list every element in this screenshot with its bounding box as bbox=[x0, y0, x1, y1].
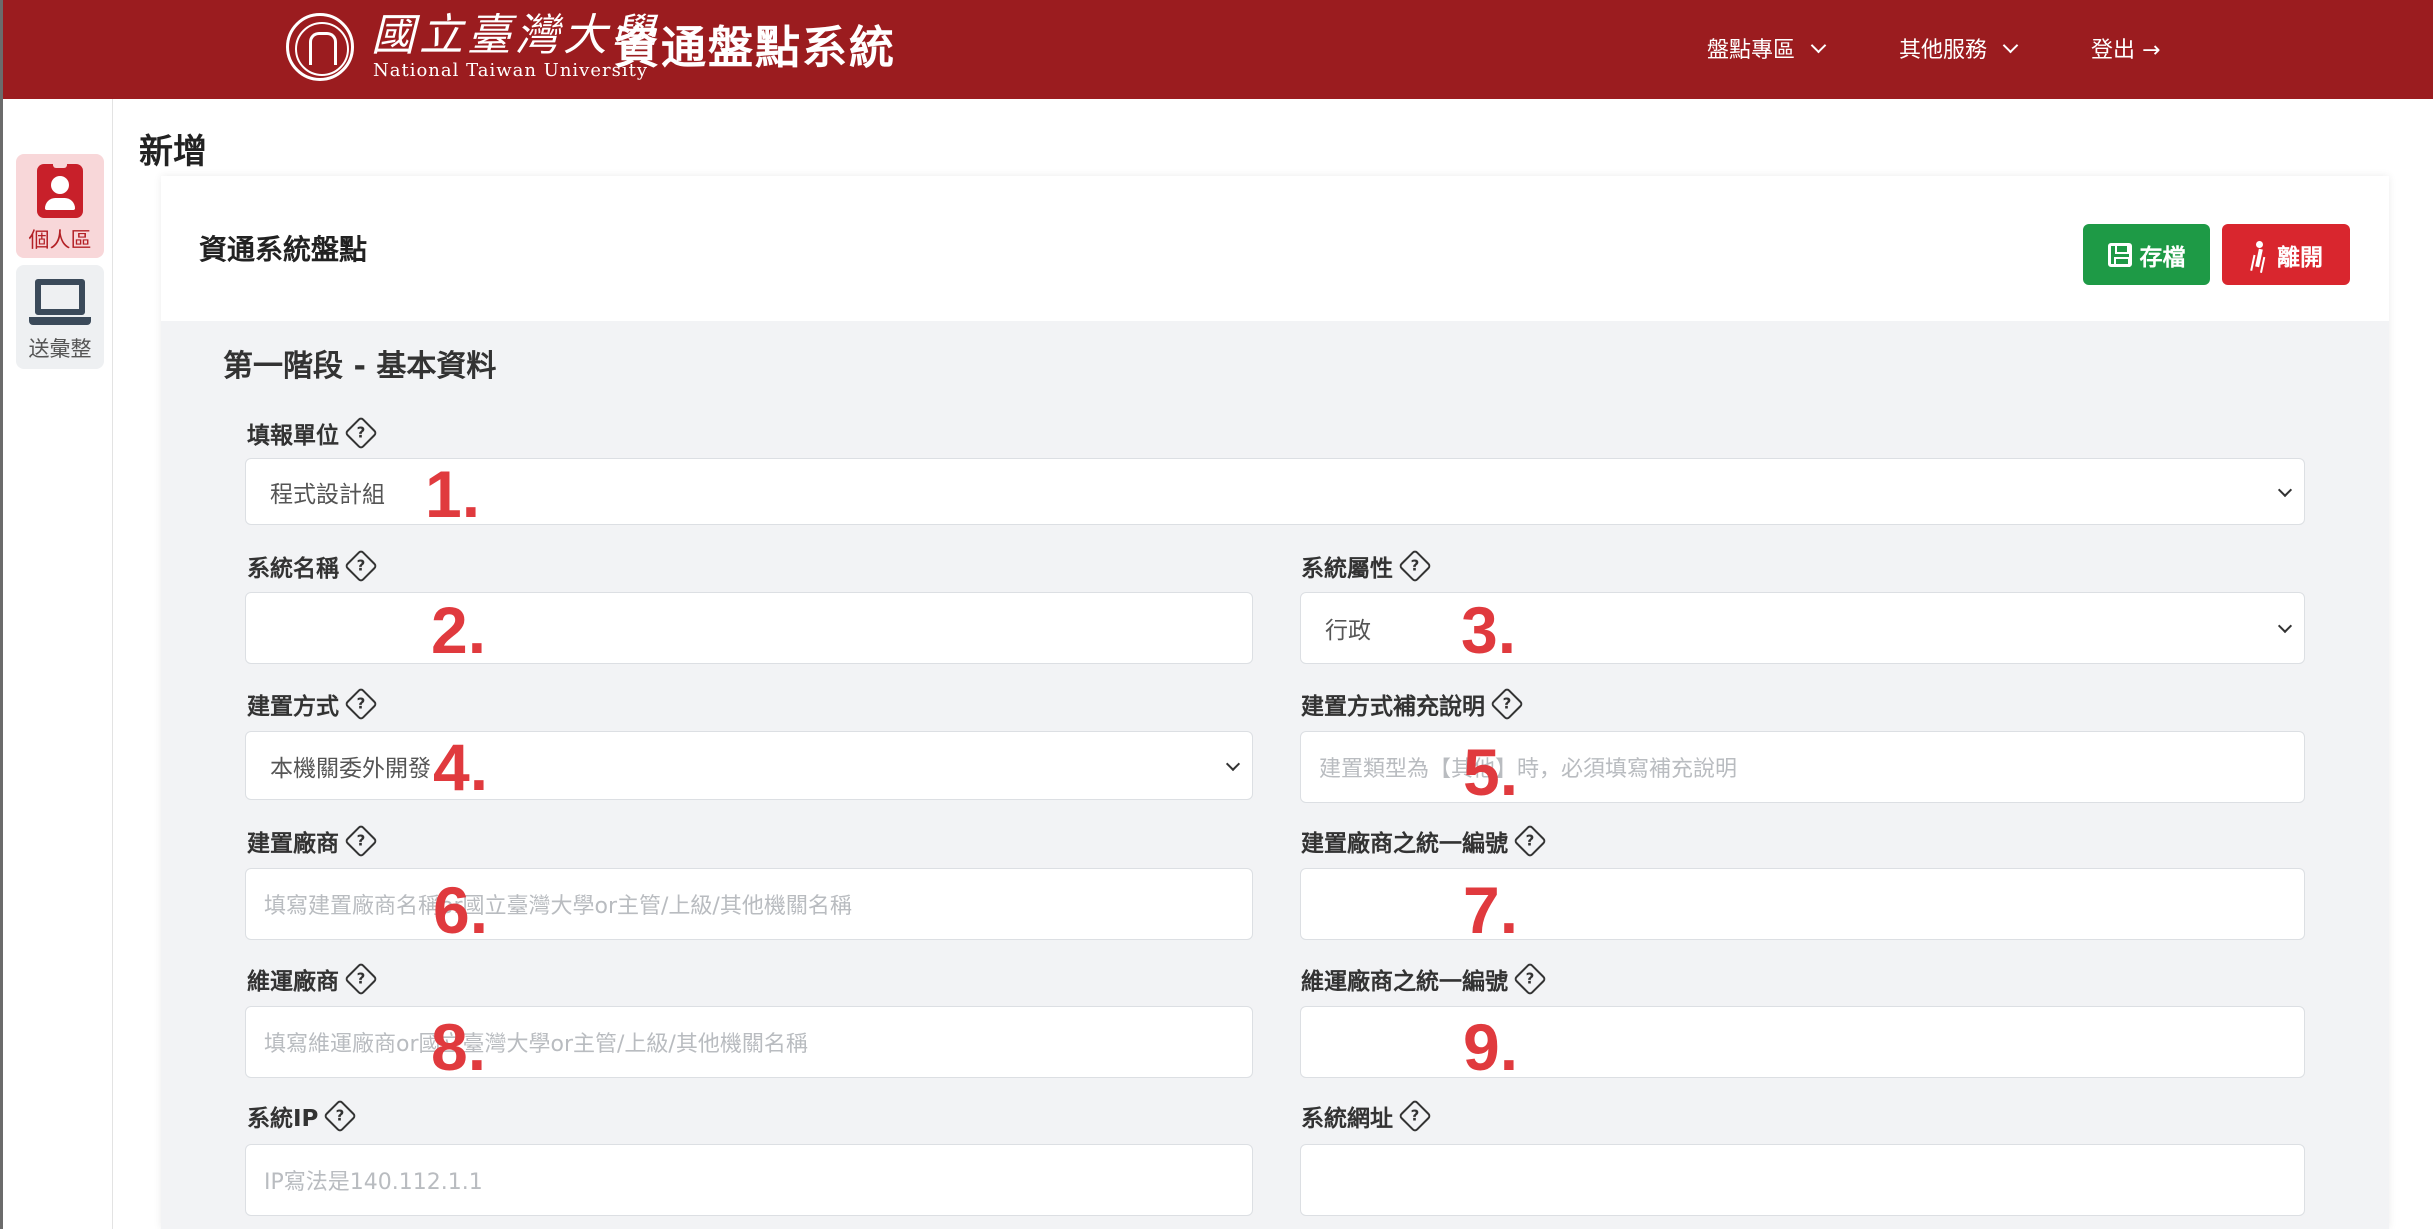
build-note-placeholder: 建置類型為【其他】時，必須填寫補充說明 bbox=[1319, 757, 1738, 782]
nav-other-services-label: 其他服務 bbox=[1899, 38, 1988, 63]
card-header: 資通系統盤點 存檔 離開 bbox=[161, 176, 2389, 321]
system-attr-label: 系統屬性 ? bbox=[1301, 549, 1432, 583]
floppy-disk-icon bbox=[2107, 242, 2132, 267]
unit-label-text: 填報單位 bbox=[247, 423, 339, 449]
annotation-marker-1: 1. bbox=[425, 457, 481, 531]
system-attr-select[interactable]: 行政 bbox=[1300, 592, 2305, 664]
maint-vendor-id-label-text: 維運廠商之統一編號 bbox=[1301, 969, 1508, 995]
section-title: 第一階段 - 基本資料 bbox=[223, 349, 497, 384]
sidebar: 個人區 送彙整 bbox=[0, 99, 113, 1229]
help-icon[interactable]: ? bbox=[1490, 687, 1524, 721]
system-ip-label-text: 系統IP bbox=[247, 1106, 319, 1132]
nav-inventory-menu[interactable]: 盤點專區 bbox=[1707, 30, 1827, 66]
form-section: 第一階段 - 基本資料 填報單位 ? 程式設計組 1. 系統名稱 ? 2. 系統… bbox=[161, 321, 2389, 1229]
sidebar-item-label: 送彙整 bbox=[28, 337, 92, 361]
system-url-label-text: 系統網址 bbox=[1301, 1106, 1393, 1132]
help-icon[interactable]: ? bbox=[323, 1099, 358, 1133]
annotation-marker-2: 2. bbox=[431, 593, 487, 667]
system-url-label: 系統網址 ? bbox=[1301, 1099, 1432, 1133]
system-name-input[interactable] bbox=[245, 592, 1253, 664]
build-method-label-text: 建置方式 bbox=[247, 694, 339, 720]
form-card: 資通系統盤點 存檔 離開 第一階段 - 基本資料 填報單位 ? 程式設計組 1.… bbox=[161, 176, 2389, 1229]
card-title: 資通系統盤點 bbox=[199, 233, 368, 266]
top-navbar: 國立臺灣大學 National Taiwan University 資通盤點系統… bbox=[0, 0, 2433, 99]
ntu-seal-icon bbox=[286, 13, 354, 81]
unit-label: 填報單位 ? bbox=[247, 416, 378, 450]
leave-button[interactable]: 離開 bbox=[2222, 224, 2350, 285]
help-icon[interactable]: ? bbox=[1398, 549, 1432, 583]
unit-select[interactable]: 程式設計組 bbox=[245, 458, 2305, 525]
help-icon[interactable]: ? bbox=[344, 549, 378, 583]
build-note-input[interactable]: 建置類型為【其他】時，必須填寫補充說明 bbox=[1300, 731, 2305, 803]
save-button[interactable]: 存檔 bbox=[2083, 224, 2210, 285]
maint-vendor-placeholder: 填寫維運廠商or國立臺灣大學or主管/上級/其他機關名稱 bbox=[264, 1032, 808, 1057]
app-title[interactable]: 資通盤點系統 bbox=[614, 20, 896, 76]
system-ip-placeholder: IP寫法是140.112.1.1 bbox=[264, 1170, 483, 1195]
help-icon[interactable]: ? bbox=[1513, 962, 1547, 996]
build-vendor-id-label: 建置廠商之統一編號 ? bbox=[1301, 824, 1547, 858]
system-attr-value: 行政 bbox=[1325, 618, 1371, 644]
page-title: 新增 bbox=[139, 132, 207, 172]
save-button-label: 存檔 bbox=[2139, 244, 2186, 271]
maint-vendor-label: 維運廠商 ? bbox=[247, 962, 378, 996]
build-note-label-text: 建置方式補充說明 bbox=[1301, 694, 1485, 720]
help-icon[interactable]: ? bbox=[344, 416, 378, 450]
system-name-label: 系統名稱 ? bbox=[247, 549, 378, 583]
walking-person-icon bbox=[2249, 240, 2269, 269]
maint-vendor-id-label: 維運廠商之統一編號 ? bbox=[1301, 962, 1547, 996]
maint-vendor-label-text: 維運廠商 bbox=[247, 969, 339, 995]
annotation-marker-9: 9. bbox=[1463, 1010, 1519, 1084]
system-name-label-text: 系統名稱 bbox=[247, 556, 339, 582]
build-vendor-id-label-text: 建置廠商之統一編號 bbox=[1301, 831, 1508, 857]
maint-vendor-id-input[interactable] bbox=[1300, 1006, 2305, 1078]
system-url-input[interactable] bbox=[1300, 1144, 2305, 1216]
help-icon[interactable]: ? bbox=[344, 962, 378, 996]
help-icon[interactable]: ? bbox=[344, 687, 378, 721]
build-method-value: 本機關委外開發 bbox=[270, 755, 431, 782]
annotation-marker-5: 5. bbox=[1463, 735, 1519, 809]
build-vendor-id-input[interactable] bbox=[1300, 868, 2305, 940]
build-vendor-label: 建置廠商 ? bbox=[247, 824, 378, 858]
build-vendor-input[interactable]: 填寫建置廠商名稱or國立臺灣大學or主管/上級/其他機關名稱 bbox=[245, 868, 1253, 940]
leave-button-label: 離開 bbox=[2277, 244, 2323, 271]
build-vendor-label-text: 建置廠商 bbox=[247, 831, 339, 857]
annotation-marker-6: 6. bbox=[433, 873, 489, 947]
annotation-marker-8: 8. bbox=[431, 1010, 487, 1084]
nav-logout-label: 登出 → bbox=[2091, 38, 2161, 63]
build-method-label: 建置方式 ? bbox=[247, 687, 378, 721]
laptop-icon bbox=[29, 279, 91, 327]
logo-english: National Taiwan University bbox=[373, 60, 649, 81]
nav-inventory-label: 盤點專區 bbox=[1707, 38, 1796, 63]
sidebar-item-personal[interactable]: 個人區 bbox=[16, 154, 104, 258]
chevron-down-icon bbox=[2002, 37, 2019, 53]
annotation-marker-7: 7. bbox=[1463, 873, 1519, 947]
system-ip-input[interactable]: IP寫法是140.112.1.1 bbox=[245, 1144, 1253, 1216]
unit-select-value: 程式設計組 bbox=[270, 481, 385, 508]
help-icon[interactable]: ? bbox=[1398, 1099, 1432, 1133]
id-badge-icon bbox=[37, 161, 83, 218]
chevron-down-icon bbox=[1810, 37, 1827, 53]
build-note-label: 建置方式補充說明 ? bbox=[1301, 687, 1524, 721]
help-icon[interactable]: ? bbox=[344, 824, 378, 858]
maint-vendor-input[interactable]: 填寫維運廠商or國立臺灣大學or主管/上級/其他機關名稱 bbox=[245, 1006, 1253, 1078]
build-vendor-placeholder: 填寫建置廠商名稱or國立臺灣大學or主管/上級/其他機關名稱 bbox=[264, 894, 852, 919]
nav-other-services-menu[interactable]: 其他服務 bbox=[1899, 30, 2019, 66]
system-ip-label: 系統IP ? bbox=[247, 1099, 358, 1133]
system-attr-label-text: 系統屬性 bbox=[1301, 556, 1393, 582]
annotation-marker-3: 3. bbox=[1461, 593, 1517, 667]
help-icon[interactable]: ? bbox=[1513, 824, 1547, 858]
sidebar-item-label: 個人區 bbox=[28, 228, 92, 252]
build-method-select[interactable]: 本機關委外開發 bbox=[245, 731, 1253, 800]
sidebar-item-submit[interactable]: 送彙整 bbox=[16, 265, 104, 369]
annotation-marker-4: 4. bbox=[433, 730, 489, 804]
nav-logout[interactable]: 登出 → bbox=[2091, 30, 2160, 66]
